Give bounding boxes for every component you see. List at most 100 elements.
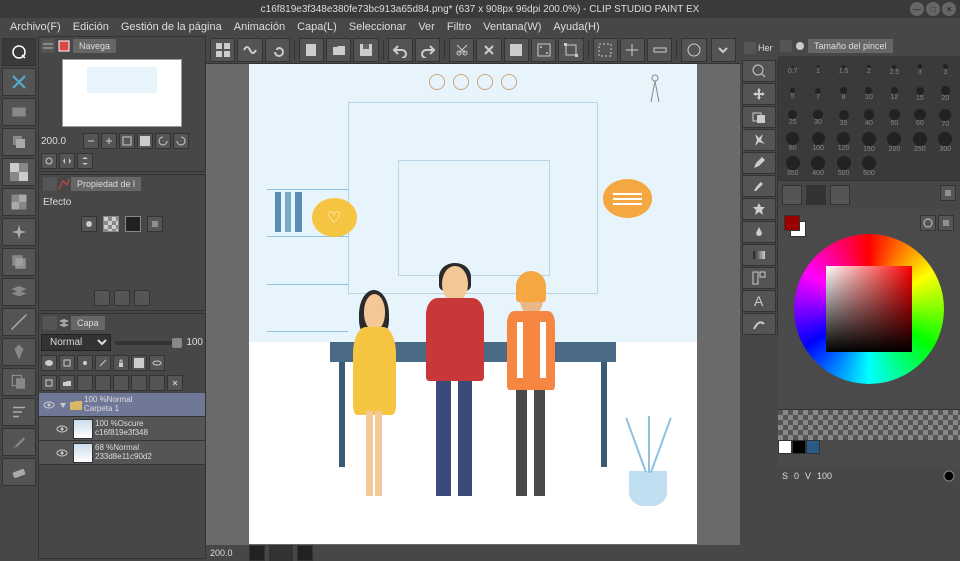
tool-deco[interactable]: [742, 198, 776, 220]
brush-preset-3[interactable]: [830, 185, 850, 205]
brushsize-tab[interactable]: Tamaño del pincel: [808, 39, 893, 53]
colorwheel-mode-button[interactable]: [920, 215, 936, 231]
panel-handle-icon[interactable]: [744, 42, 756, 54]
swatch[interactable]: [792, 440, 806, 454]
tool-text[interactable]: A: [742, 290, 776, 312]
ctb-texture-icon[interactable]: [531, 38, 556, 62]
brush-size-cell[interactable]: 150: [856, 130, 881, 154]
swatch[interactable]: [778, 440, 792, 454]
ctb-cut-icon[interactable]: [449, 38, 474, 62]
overlay-icon[interactable]: [2, 248, 36, 276]
property-tab[interactable]: Propiedad de l: [71, 177, 141, 191]
tool-tab[interactable]: Her: [758, 43, 773, 53]
maximize-button[interactable]: □: [926, 2, 940, 16]
ctb-open-icon[interactable]: [326, 38, 351, 62]
effect-option-1[interactable]: [94, 290, 110, 306]
ctb-save-icon[interactable]: [353, 38, 378, 62]
layers-icon[interactable]: [2, 128, 36, 156]
navigator-tab[interactable]: Navega: [73, 39, 116, 53]
brush-size-cell[interactable]: 50: [882, 106, 907, 130]
brush-size-cell[interactable]: 12: [882, 82, 907, 106]
brush-size-cell[interactable]: 1.5: [831, 58, 856, 82]
brush-size-cell[interactable]: 250: [907, 130, 932, 154]
delete-layer-button[interactable]: [167, 375, 183, 391]
rotate-reset-button[interactable]: [41, 153, 57, 169]
menu-filtro[interactable]: Filtro: [447, 21, 471, 33]
sort-icon[interactable]: [2, 398, 36, 426]
eye-icon[interactable]: [55, 446, 69, 460]
brush-size-cell[interactable]: 600: [856, 154, 881, 178]
brush-size-cell[interactable]: 350: [780, 154, 805, 178]
foreground-color-swatch[interactable]: [784, 215, 800, 231]
zoom-in-button[interactable]: [101, 133, 117, 149]
color-wheel[interactable]: [794, 234, 944, 384]
brush-menu[interactable]: [940, 185, 956, 201]
brush-size-cell[interactable]: 60: [907, 106, 932, 130]
layer-lock-button[interactable]: [113, 355, 129, 371]
brush-size-cell[interactable]: 200: [882, 130, 907, 154]
brush-size-cell[interactable]: 35: [831, 106, 856, 130]
flip-h-button[interactable]: [59, 153, 75, 169]
sparkle-icon[interactable]: [2, 218, 36, 246]
close-button[interactable]: ✕: [942, 2, 956, 16]
rotate-right-button[interactable]: [173, 133, 189, 149]
brush-size-cell[interactable]: 3: [907, 58, 932, 82]
ctb-redo-icon[interactable]: [415, 38, 440, 62]
fit-button[interactable]: [119, 133, 135, 149]
quick-access-icon[interactable]: [2, 38, 36, 66]
layer-tab[interactable]: Capa: [71, 316, 105, 330]
multi-layers-icon[interactable]: [2, 188, 36, 216]
brush-preset-1[interactable]: [782, 185, 802, 205]
ctb-spiral-icon[interactable]: [265, 38, 290, 62]
brush-size-cell[interactable]: 15: [907, 82, 932, 106]
swatch[interactable]: [806, 440, 820, 454]
ctb-grid-icon[interactable]: [210, 38, 235, 62]
menu-edicion[interactable]: Edición: [73, 21, 109, 33]
fill-button[interactable]: [137, 133, 153, 149]
canvas-document[interactable]: [249, 64, 697, 544]
ctb-expand-icon[interactable]: [711, 38, 736, 62]
brush-size-cell[interactable]: 7: [805, 82, 830, 106]
eye-icon[interactable]: [42, 398, 56, 412]
menu-ver[interactable]: Ver: [418, 21, 435, 33]
tool-layermove[interactable]: [742, 106, 776, 128]
brush-size-cell[interactable]: 20: [933, 82, 958, 106]
effect-option-3[interactable]: [134, 290, 150, 306]
panel-handle-icon[interactable]: [43, 316, 57, 330]
effect-menu-button[interactable]: [147, 216, 163, 232]
eraser-icon[interactable]: [2, 458, 36, 486]
layer-mask-button[interactable]: [41, 355, 57, 371]
layer-color-button[interactable]: [131, 355, 147, 371]
brush-size-cell[interactable]: 30: [805, 106, 830, 130]
brush-preset-2[interactable]: [806, 185, 826, 205]
checker-icon[interactable]: [2, 158, 36, 186]
tool-blend[interactable]: [742, 221, 776, 243]
tool-linecorrect[interactable]: [742, 313, 776, 335]
ctb-ruler-icon[interactable]: [647, 38, 672, 62]
menu-archivo[interactable]: Archivo(F): [10, 21, 61, 33]
material-icon[interactable]: [2, 68, 36, 96]
navigator-preview[interactable]: [62, 59, 182, 127]
colorwheel-menu-button[interactable]: [938, 215, 954, 231]
brush-size-cell[interactable]: 70: [933, 106, 958, 130]
menu-gestion[interactable]: Gestión de la página: [121, 21, 222, 33]
layer-folder-row[interactable]: 100 %NormalCarpeta 1: [39, 393, 205, 417]
tool-brush[interactable]: [742, 175, 776, 197]
brush-size-cell[interactable]: 10: [856, 82, 881, 106]
timeline-next-button[interactable]: [297, 545, 313, 561]
tool-move[interactable]: [742, 83, 776, 105]
effect-option-2[interactable]: [114, 290, 130, 306]
color-history-icon[interactable]: [942, 469, 956, 483]
panel-handle-icon[interactable]: [43, 177, 57, 191]
layer-clip-button[interactable]: [59, 355, 75, 371]
timeline-frame-button[interactable]: [269, 545, 293, 561]
eye-icon[interactable]: [55, 422, 69, 436]
apply-mask-button[interactable]: [149, 375, 165, 391]
zoom-out-button[interactable]: [83, 133, 99, 149]
menu-ayuda[interactable]: Ayuda(H): [553, 21, 599, 33]
brush-size-cell[interactable]: 100: [805, 130, 830, 154]
brush-size-cell[interactable]: 500: [831, 154, 856, 178]
folder-expand-icon[interactable]: [58, 400, 68, 410]
new-raster-button[interactable]: [77, 375, 93, 391]
menu-ventana[interactable]: Ventana(W): [483, 21, 541, 33]
